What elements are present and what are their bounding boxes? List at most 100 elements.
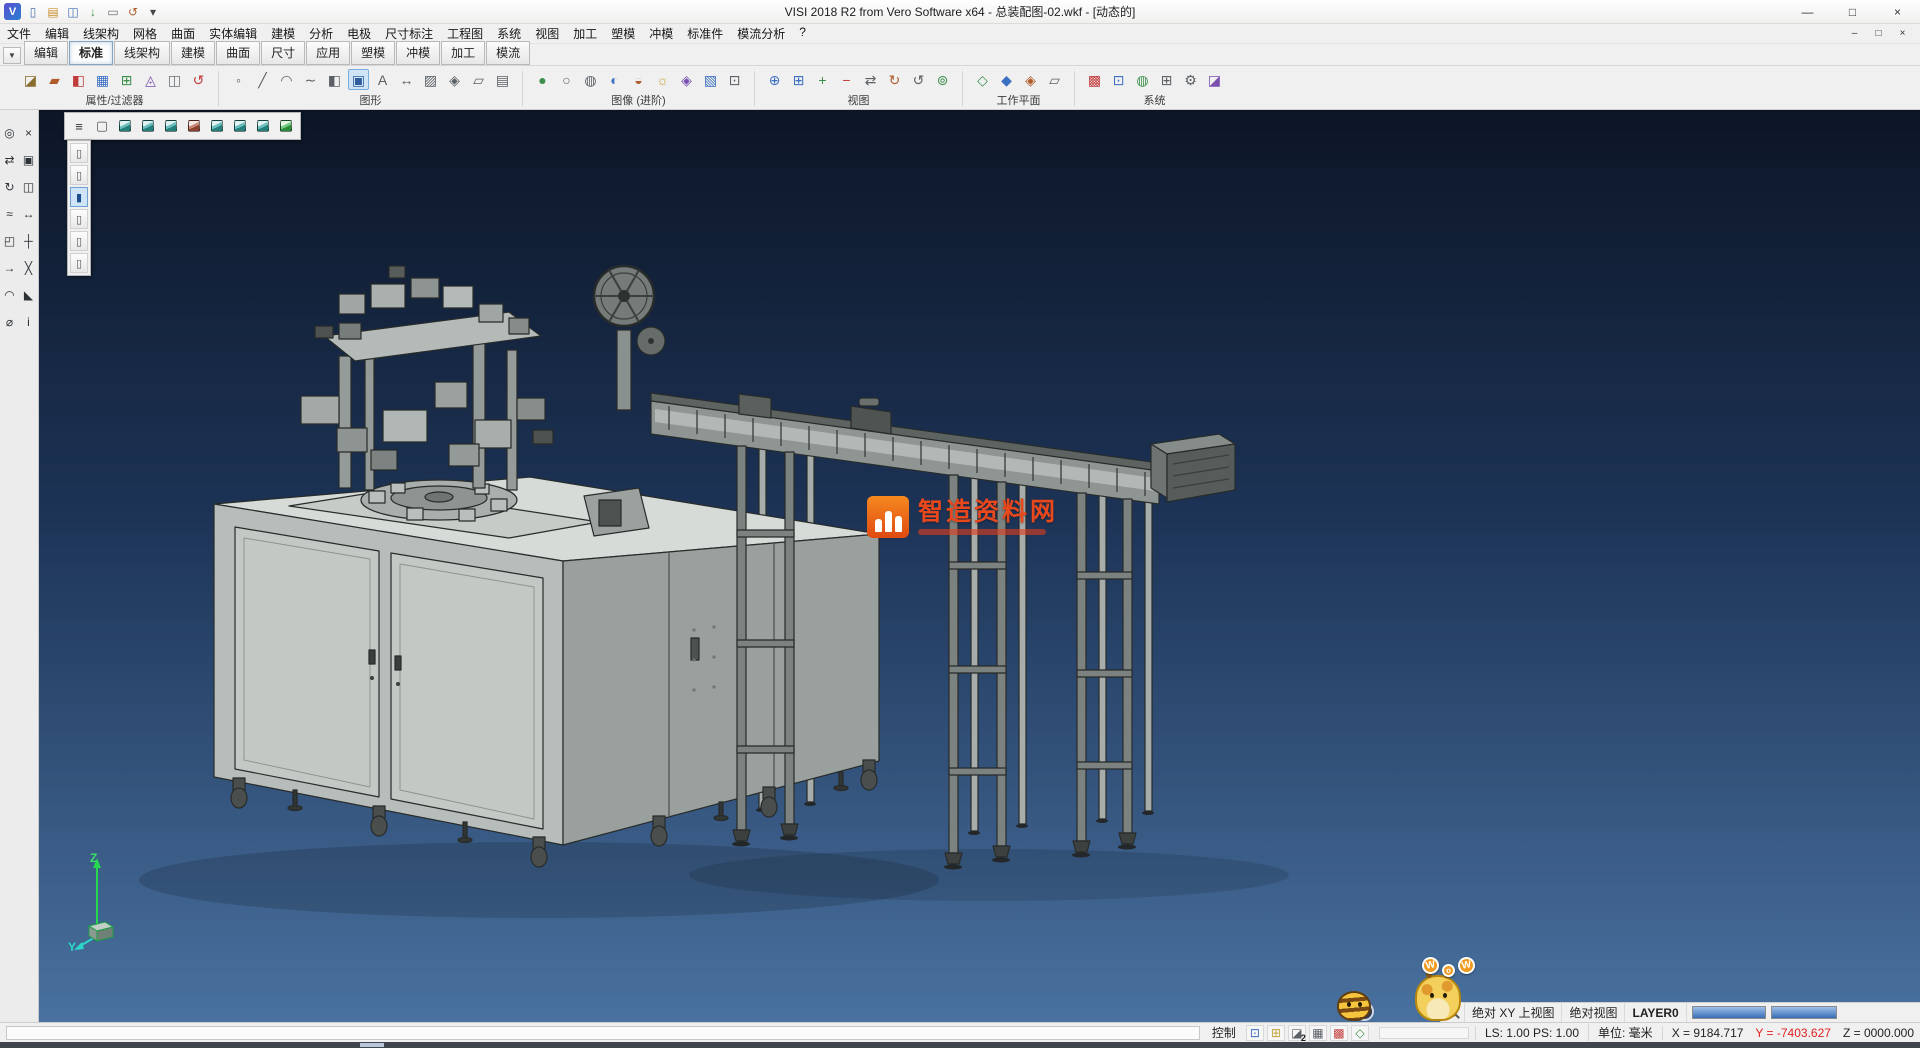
move-icon[interactable]: ⇄ bbox=[1, 151, 18, 169]
properties-icon[interactable]: ◪ bbox=[20, 69, 41, 90]
workplane-reset-icon[interactable]: ▱ bbox=[1044, 69, 1065, 90]
units-indicator[interactable]: 单位: 毫米 bbox=[1588, 1024, 1662, 1041]
mask-filter-icon[interactable]: ◫ bbox=[164, 69, 185, 90]
view-mode-segment[interactable]: 绝对 XY 上视图 bbox=[1465, 1003, 1562, 1022]
dynamic-iso-view-icon[interactable] bbox=[276, 116, 296, 136]
ribbon-tab[interactable]: 线架构 bbox=[114, 41, 170, 65]
menu-item[interactable]: ? bbox=[792, 23, 813, 44]
snap-end-button[interactable]: ▯ bbox=[70, 165, 88, 185]
ribbon-tab[interactable]: 模流 bbox=[486, 41, 530, 65]
previous-view-icon[interactable]: ↺ bbox=[908, 69, 929, 90]
images-toggle-icon[interactable]: ▤ bbox=[492, 69, 513, 90]
arcs-toggle-icon[interactable]: ◠ bbox=[276, 69, 297, 90]
mdi-close-button[interactable]: × bbox=[1892, 26, 1913, 41]
profiles-toggle-icon[interactable]: ▱ bbox=[468, 69, 489, 90]
workplane-entity-icon[interactable]: ◆ bbox=[996, 69, 1017, 90]
layer-filter-icon[interactable]: ▦ bbox=[92, 69, 113, 90]
stretch-icon[interactable]: ↔ bbox=[20, 205, 37, 223]
clear-view-icon[interactable]: ▢ bbox=[92, 116, 112, 136]
ribbon-tab[interactable]: 建模 bbox=[171, 41, 215, 65]
import-icon[interactable]: ↓ bbox=[83, 3, 103, 21]
zoom-out-icon[interactable]: − bbox=[836, 69, 857, 90]
workplane-xy-icon[interactable]: ◇ bbox=[972, 69, 993, 90]
symbols-toggle-icon[interactable]: ◈ bbox=[444, 69, 465, 90]
color-indicator-icon[interactable]: ▩ bbox=[1330, 1025, 1348, 1041]
view-ref-segment[interactable]: 绝对视图 bbox=[1562, 1003, 1625, 1022]
delete-icon[interactable]: × bbox=[20, 124, 37, 142]
offset-icon[interactable]: ≈ bbox=[1, 205, 18, 223]
layer-indicator-icon[interactable]: ▦ bbox=[1309, 1025, 1327, 1041]
snap-grid-button[interactable]: ▯ bbox=[70, 253, 88, 273]
ribbon-tab[interactable]: 标准 bbox=[69, 41, 113, 65]
attribute-brush-icon[interactable]: ▰ bbox=[44, 69, 65, 90]
new-document-icon[interactable]: ▯ bbox=[23, 3, 43, 21]
ribbon-tab[interactable]: 塑模 bbox=[351, 41, 395, 65]
open-document-icon[interactable]: ▤ bbox=[43, 3, 63, 21]
ribbon-tab[interactable]: 冲模 bbox=[396, 41, 440, 65]
snapshot-icon[interactable]: ⊡ bbox=[724, 69, 745, 90]
snap-point-button[interactable]: ▯ bbox=[70, 143, 88, 163]
transparency-icon[interactable]: ◐ bbox=[604, 69, 625, 90]
shaded-mode-icon[interactable]: ● bbox=[532, 69, 553, 90]
materials-icon[interactable]: ◈ bbox=[676, 69, 697, 90]
snap-toggle-icon[interactable]: ⊡ bbox=[1246, 1025, 1264, 1041]
undo-icon[interactable]: ↺ bbox=[123, 3, 143, 21]
extend-icon[interactable]: → bbox=[1, 259, 18, 277]
bottom-view-icon[interactable] bbox=[253, 116, 273, 136]
ribbon-tab[interactable]: 曲面 bbox=[216, 41, 260, 65]
pan-icon[interactable]: ⇄ bbox=[860, 69, 881, 90]
mdi-restore-button[interactable]: □ bbox=[1868, 26, 1889, 41]
rotate-icon[interactable]: ↻ bbox=[1, 178, 18, 196]
wireframe-mode-icon[interactable]: ○ bbox=[556, 69, 577, 90]
back-view-icon[interactable] bbox=[230, 116, 250, 136]
profile-manager-icon[interactable]: ◪ bbox=[1204, 69, 1225, 90]
iso-view-icon[interactable] bbox=[115, 116, 135, 136]
menu-item[interactable]: 冲模 bbox=[642, 23, 680, 44]
trim-icon[interactable]: ┼ bbox=[20, 232, 37, 250]
edit-count-icon[interactable]: ◪2 bbox=[1288, 1025, 1306, 1041]
break-icon[interactable]: ╳ bbox=[20, 259, 37, 277]
mirror-icon[interactable]: ◫ bbox=[20, 178, 37, 196]
top-view-icon[interactable] bbox=[138, 116, 158, 136]
toolbar-options-icon[interactable]: ▾ bbox=[143, 3, 163, 21]
dimensions-toggle-icon[interactable]: ↔ bbox=[396, 69, 417, 90]
entity-filter-icon[interactable]: ◬ bbox=[140, 69, 161, 90]
section-view-icon[interactable]: ◒ bbox=[628, 69, 649, 90]
menu-item[interactable]: 塑模 bbox=[604, 23, 642, 44]
hidden-line-icon[interactable]: ◍ bbox=[580, 69, 601, 90]
close-button[interactable]: × bbox=[1875, 0, 1920, 23]
menu-item[interactable]: 模流分析 bbox=[730, 23, 792, 44]
reset-filter-icon[interactable]: ↺ bbox=[188, 69, 209, 90]
color-filter-icon[interactable]: ◧ bbox=[68, 69, 89, 90]
menu-item[interactable]: 加工 bbox=[566, 23, 604, 44]
hatch-toggle-icon[interactable]: ▨ bbox=[420, 69, 441, 90]
chamfer-icon[interactable]: ◣ bbox=[20, 286, 37, 304]
wcs-indicator-icon[interactable]: ◇ bbox=[1351, 1025, 1369, 1041]
fillet-icon[interactable]: ◠ bbox=[1, 286, 18, 304]
save-icon[interactable]: ◫ bbox=[63, 3, 83, 21]
ribbon-tab[interactable]: 应用 bbox=[306, 41, 350, 65]
display-settings-icon[interactable]: ⊡ bbox=[1108, 69, 1129, 90]
views-menu-icon[interactable]: ≡ bbox=[69, 116, 89, 136]
minimize-button[interactable]: — bbox=[1785, 0, 1830, 23]
front-view-icon[interactable] bbox=[161, 116, 181, 136]
print-icon[interactable]: ▭ bbox=[103, 3, 123, 21]
snap-mid-button[interactable]: ▮ bbox=[70, 187, 88, 207]
snap-quadrant-button[interactable]: ▯ bbox=[70, 231, 88, 251]
grid-toggle-icon[interactable]: ⊞ bbox=[1267, 1025, 1285, 1041]
ribbon-tab[interactable]: 尺寸 bbox=[261, 41, 305, 65]
curves-toggle-icon[interactable]: ∼ bbox=[300, 69, 321, 90]
menu-item[interactable]: 视图 bbox=[528, 23, 566, 44]
viewport-3d[interactable]: ≡▢ ▯▯▮▯▯▯ Z Y bbox=[39, 110, 1920, 1022]
world-icon[interactable]: ◍ bbox=[1132, 69, 1153, 90]
workplane-rotate-icon[interactable]: ◈ bbox=[1020, 69, 1041, 90]
ribbon-tab[interactable]: 加工 bbox=[441, 41, 485, 65]
system-options-icon[interactable]: ⚙ bbox=[1180, 69, 1201, 90]
points-toggle-icon[interactable]: ◦ bbox=[228, 69, 249, 90]
type-filter-icon[interactable]: ⊞ bbox=[116, 69, 137, 90]
active-layer-segment[interactable]: LAYER0 bbox=[1625, 1003, 1686, 1022]
left-view-icon[interactable] bbox=[207, 116, 227, 136]
zoom-in-icon[interactable]: + bbox=[812, 69, 833, 90]
menu-item[interactable]: 标准件 bbox=[680, 23, 730, 44]
lines-toggle-icon[interactable]: ╱ bbox=[252, 69, 273, 90]
